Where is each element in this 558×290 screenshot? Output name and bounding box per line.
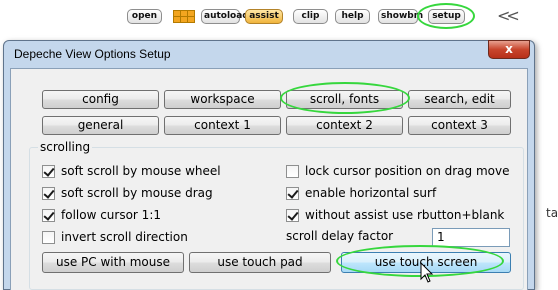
title-bar[interactable]: Depeche View Options Setup x bbox=[4, 40, 534, 68]
setup-button[interactable]: setup bbox=[428, 9, 465, 24]
use-pc-mouse-button[interactable]: use PC with mouse bbox=[42, 252, 184, 273]
tab-config[interactable]: config bbox=[42, 90, 159, 109]
checkbox[interactable] bbox=[42, 208, 55, 222]
scroll-delay-label: scroll delay factor bbox=[286, 229, 394, 243]
checkbox[interactable] bbox=[286, 186, 299, 200]
checkbox[interactable] bbox=[42, 164, 55, 178]
option-label: invert scroll direction bbox=[61, 230, 188, 244]
help-button[interactable]: help bbox=[335, 9, 370, 24]
tab-search-edit[interactable]: search, edit bbox=[408, 90, 511, 109]
use-touch-pad-button[interactable]: use touch pad bbox=[189, 252, 331, 273]
option-label: enable horizontal surf bbox=[305, 186, 437, 200]
tab-context-2[interactable]: context 2 bbox=[286, 116, 403, 135]
option-soft-scroll-drag[interactable]: soft scroll by mouse drag bbox=[42, 186, 213, 200]
option-soft-scroll-wheel[interactable]: soft scroll by mouse wheel bbox=[42, 164, 221, 178]
checkbox[interactable] bbox=[42, 230, 55, 244]
tab-general[interactable]: general bbox=[42, 116, 159, 135]
close-icon: x bbox=[505, 42, 513, 56]
checkbox[interactable] bbox=[286, 208, 299, 222]
option-invert-scroll[interactable]: invert scroll direction bbox=[42, 230, 188, 244]
autoload-button[interactable]: autoload bbox=[201, 9, 249, 24]
clip-button[interactable]: clip bbox=[293, 9, 328, 24]
tab-context-3[interactable]: context 3 bbox=[408, 116, 511, 135]
checkbox[interactable] bbox=[42, 186, 55, 200]
option-lock-cursor[interactable]: lock cursor position on drag move bbox=[286, 164, 509, 178]
background-text-fragment: ta bbox=[546, 206, 558, 220]
toolbar: open autoload assist clip help showbm se… bbox=[0, 0, 558, 32]
scrolling-group-label: scrolling bbox=[38, 140, 93, 154]
option-label: soft scroll by mouse wheel bbox=[61, 164, 221, 178]
tab-scroll-fonts[interactable]: scroll, fonts bbox=[286, 90, 403, 109]
option-horizontal-surf[interactable]: enable horizontal surf bbox=[286, 186, 436, 200]
option-label: without assist use rbutton+blank bbox=[305, 208, 505, 222]
close-button[interactable]: x bbox=[488, 40, 530, 59]
assist-button[interactable]: assist bbox=[245, 9, 283, 24]
scroll-delay-input[interactable]: 1 bbox=[432, 228, 510, 247]
grid-icon[interactable] bbox=[173, 10, 195, 23]
mouse-pointer-icon bbox=[420, 262, 434, 283]
dialog-title: Depeche View Options Setup bbox=[14, 47, 171, 61]
option-rbutton-blank[interactable]: without assist use rbutton+blank bbox=[286, 208, 504, 222]
open-button[interactable]: open bbox=[127, 9, 162, 24]
option-label: follow cursor 1:1 bbox=[61, 208, 161, 222]
tab-context-1[interactable]: context 1 bbox=[164, 116, 281, 135]
tab-workspace[interactable]: workspace bbox=[164, 90, 281, 109]
option-label: soft scroll by mouse drag bbox=[61, 186, 213, 200]
double-chevron-left-icon[interactable]: << bbox=[497, 6, 520, 25]
option-label: lock cursor position on drag move bbox=[305, 164, 510, 178]
option-follow-cursor[interactable]: follow cursor 1:1 bbox=[42, 208, 161, 222]
showbm-button[interactable]: showbm bbox=[378, 9, 423, 24]
checkbox[interactable] bbox=[286, 164, 299, 178]
